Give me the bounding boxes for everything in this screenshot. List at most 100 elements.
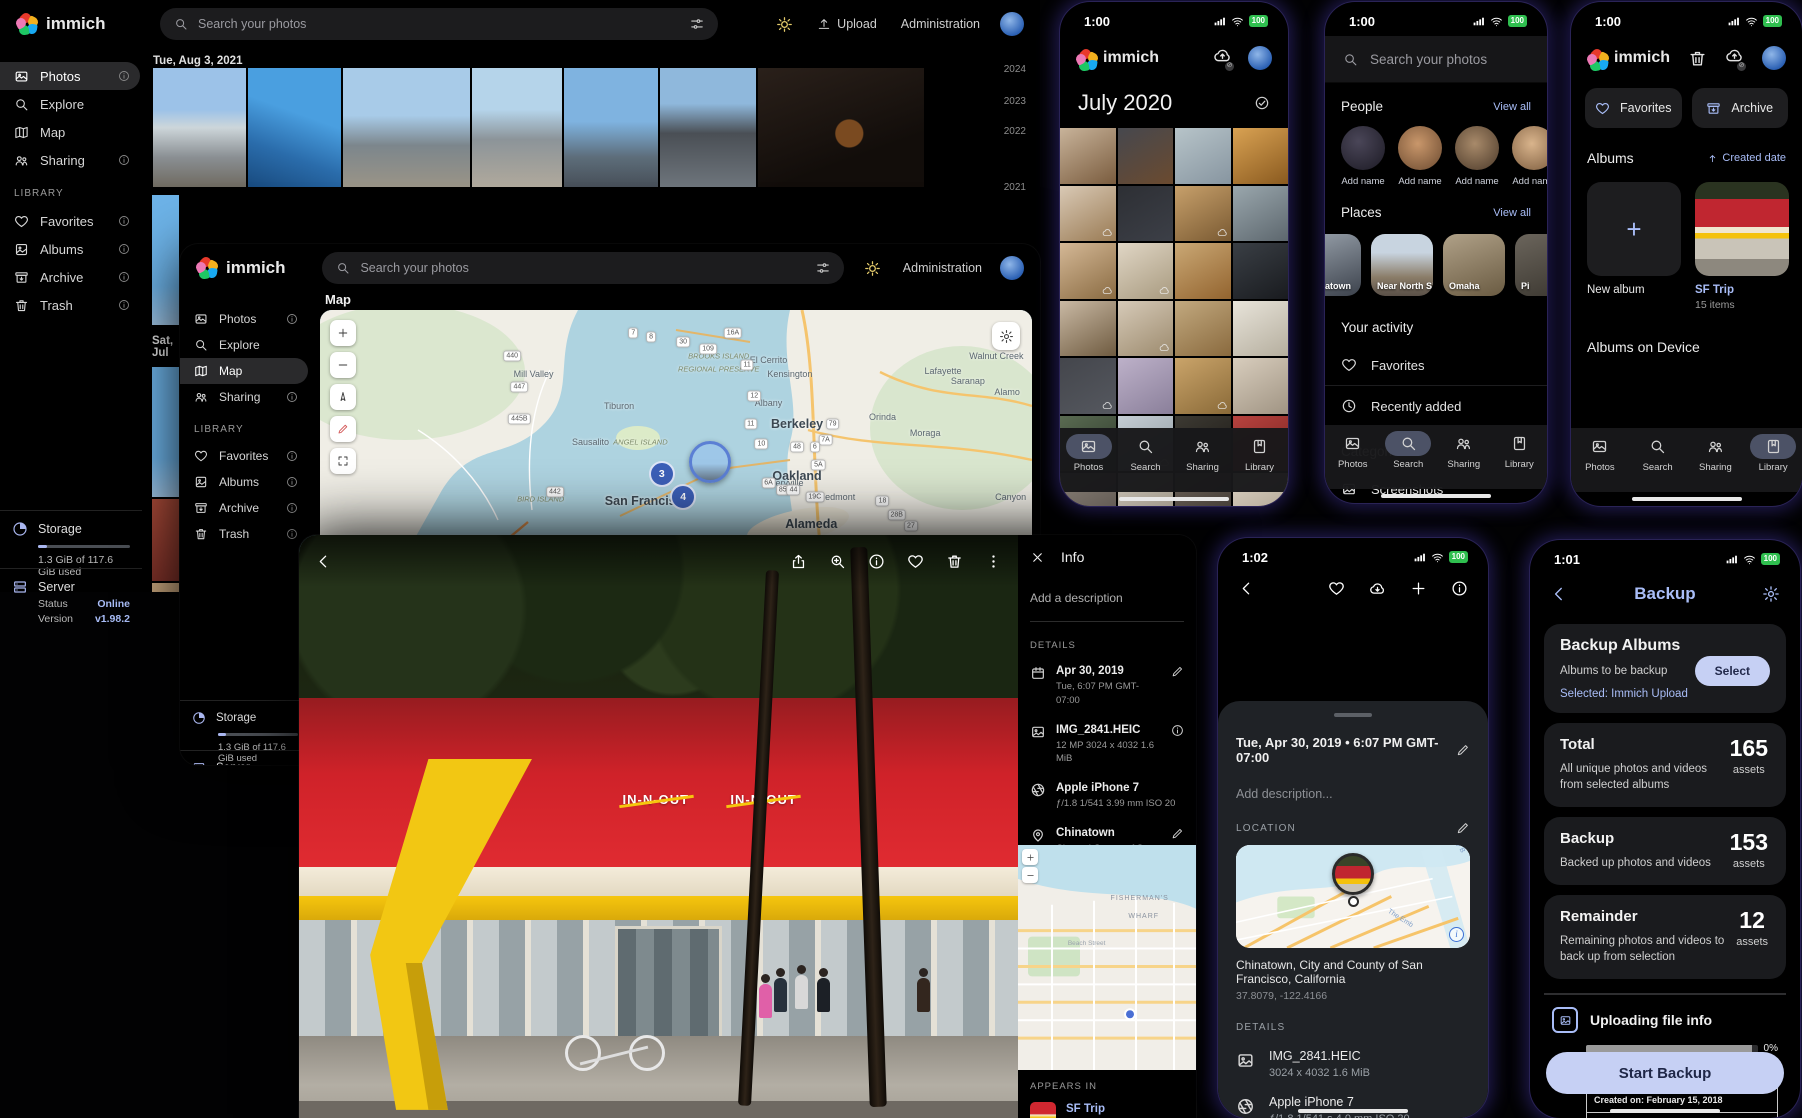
description-placeholder[interactable]: Add description... — [1236, 787, 1470, 801]
favorite-heart-icon[interactable] — [907, 553, 924, 570]
user-avatar[interactable] — [1000, 12, 1024, 36]
cloud-download-icon[interactable] — [1369, 580, 1386, 597]
place-card[interactable]: Chinatown — [1325, 234, 1361, 296]
back-icon[interactable] — [1238, 580, 1255, 597]
compass-button[interactable] — [330, 384, 356, 410]
person-item[interactable]: Add name — [1341, 126, 1385, 187]
info-icon[interactable] — [1451, 580, 1468, 597]
back-icon[interactable] — [315, 553, 332, 570]
nav-tab[interactable]: Library — [1493, 431, 1545, 470]
sidebar-item[interactable]: Map — [180, 358, 308, 384]
fullscreen-button[interactable] — [330, 448, 356, 474]
photo-thumbnail[interactable] — [1060, 128, 1116, 184]
add-name-label[interactable]: Add name — [1398, 176, 1441, 187]
drag-handle[interactable] — [1334, 713, 1372, 717]
sort-by-created-date[interactable]: Created date — [1707, 152, 1786, 164]
sidebar-item[interactable]: Photos — [180, 306, 308, 332]
upload-button[interactable]: Upload — [817, 17, 877, 31]
person-item[interactable]: Add name — [1398, 126, 1442, 187]
photo-thumbnail[interactable] — [1233, 186, 1289, 242]
location-minimap[interactable]: FISHERMAN'S WHARF Beach Street — [1018, 845, 1196, 1070]
activity-item[interactable]: Recently added — [1325, 386, 1547, 426]
zoom-in-button[interactable] — [330, 320, 356, 346]
add-to-album-icon[interactable] — [1410, 580, 1427, 597]
sidebar-item[interactable]: Albums — [180, 469, 308, 495]
photo-thumbnail[interactable] — [1060, 301, 1116, 357]
photo-thumbnail[interactable] — [343, 68, 470, 187]
sidebar-item[interactable]: Archive — [180, 495, 308, 521]
administration-link[interactable]: Administration — [903, 261, 982, 275]
info-icon[interactable] — [868, 553, 885, 570]
search-input[interactable]: Search your photos — [160, 8, 718, 40]
timeline-scrubber[interactable]: 2024202320222021 — [966, 60, 1026, 220]
favorites-button[interactable]: Favorites — [1585, 88, 1682, 128]
user-avatar[interactable] — [1248, 46, 1272, 70]
user-avatar[interactable] — [1000, 256, 1024, 280]
nav-tab[interactable]: Sharing — [1438, 431, 1490, 470]
sidebar-item[interactable]: Explore — [180, 332, 308, 358]
trash-icon[interactable] — [1688, 49, 1707, 68]
photo-thumbnail[interactable] — [660, 68, 756, 187]
photo-thumbnail[interactable] — [1118, 186, 1174, 242]
draw-button[interactable] — [330, 416, 356, 442]
photo-thumbnail[interactable] — [152, 195, 179, 325]
user-avatar[interactable] — [1762, 46, 1786, 70]
place-card[interactable]: Omaha — [1443, 234, 1505, 296]
photo-thumbnail[interactable] — [1175, 301, 1231, 357]
nav-tab[interactable]: Library — [1747, 434, 1799, 473]
info-circle-icon[interactable] — [1171, 724, 1184, 737]
sync-status-icon[interactable]: ⊘ — [1213, 46, 1232, 70]
photo-thumbnail[interactable] — [1118, 128, 1174, 184]
album-card[interactable]: SF Trip 15 items — [1695, 182, 1789, 311]
nav-tab[interactable]: Search — [1632, 434, 1684, 473]
view-all-link[interactable]: View all — [1493, 207, 1531, 219]
photo-thumbnail[interactable] — [1233, 243, 1289, 299]
photo-thumbnail[interactable] — [1233, 128, 1289, 184]
photo-thumbnail[interactable] — [1175, 128, 1231, 184]
settings-gear-icon[interactable] — [1762, 585, 1780, 603]
map-settings-button[interactable] — [992, 322, 1020, 350]
edit-pencil-icon[interactable] — [1456, 743, 1470, 757]
sync-status-icon[interactable]: ⊘ — [1725, 46, 1744, 70]
zoom-in-button[interactable] — [1022, 849, 1038, 865]
place-card[interactable]: Near North Side — [1371, 234, 1433, 296]
place-card[interactable]: Pi — [1515, 234, 1547, 296]
sidebar-item[interactable]: Trash — [0, 291, 140, 319]
photo-thumbnail[interactable] — [248, 68, 341, 187]
administration-link[interactable]: Administration — [901, 17, 980, 31]
sidebar-item[interactable]: Sharing — [180, 384, 308, 410]
photo-thumbnail[interactable] — [1175, 358, 1231, 414]
photo-thumbnail[interactable] — [1175, 186, 1231, 242]
photo-map-marker[interactable] — [689, 441, 731, 483]
add-name-label[interactable]: Add name — [1341, 176, 1384, 187]
photo-thumbnail[interactable] — [1233, 358, 1289, 414]
sidebar-item[interactable]: Trash — [180, 521, 308, 547]
photo-thumbnail[interactable] — [1060, 243, 1116, 299]
select-all-check-icon[interactable] — [1254, 95, 1270, 111]
edit-pencil-icon[interactable] — [1456, 821, 1470, 835]
photo-thumbnail[interactable] — [1233, 301, 1289, 357]
nav-tab[interactable]: Sharing — [1177, 434, 1229, 473]
edit-pencil-icon[interactable] — [1171, 665, 1184, 678]
photo-thumbnail[interactable] — [1118, 358, 1174, 414]
nav-tab[interactable]: Photos — [1574, 434, 1626, 473]
delete-icon[interactable] — [946, 553, 963, 570]
nav-tab[interactable]: Sharing — [1689, 434, 1741, 473]
sidebar-item[interactable]: Explore — [0, 90, 140, 118]
share-icon[interactable] — [790, 553, 807, 570]
close-icon[interactable] — [1030, 550, 1045, 565]
photo-thumbnail[interactable] — [1118, 243, 1174, 299]
photo-thumbnail[interactable] — [758, 68, 924, 187]
nav-tab[interactable]: Search — [1382, 431, 1434, 470]
sidebar-item[interactable]: Photos — [0, 62, 140, 90]
sidebar-item[interactable]: Favorites — [0, 207, 140, 235]
photo-thumbnail[interactable] — [1060, 358, 1116, 414]
add-name-label[interactable]: Add name — [1455, 176, 1498, 187]
photo-thumbnail[interactable] — [472, 68, 562, 187]
immich-logo[interactable]: immich — [16, 13, 150, 35]
filter-sliders-icon[interactable] — [816, 261, 830, 275]
favorite-heart-icon[interactable] — [1328, 580, 1345, 597]
theme-toggle-sun-icon[interactable] — [864, 260, 881, 277]
sidebar-item[interactable]: Archive — [0, 263, 140, 291]
sidebar-item[interactable]: Albums — [0, 235, 140, 263]
